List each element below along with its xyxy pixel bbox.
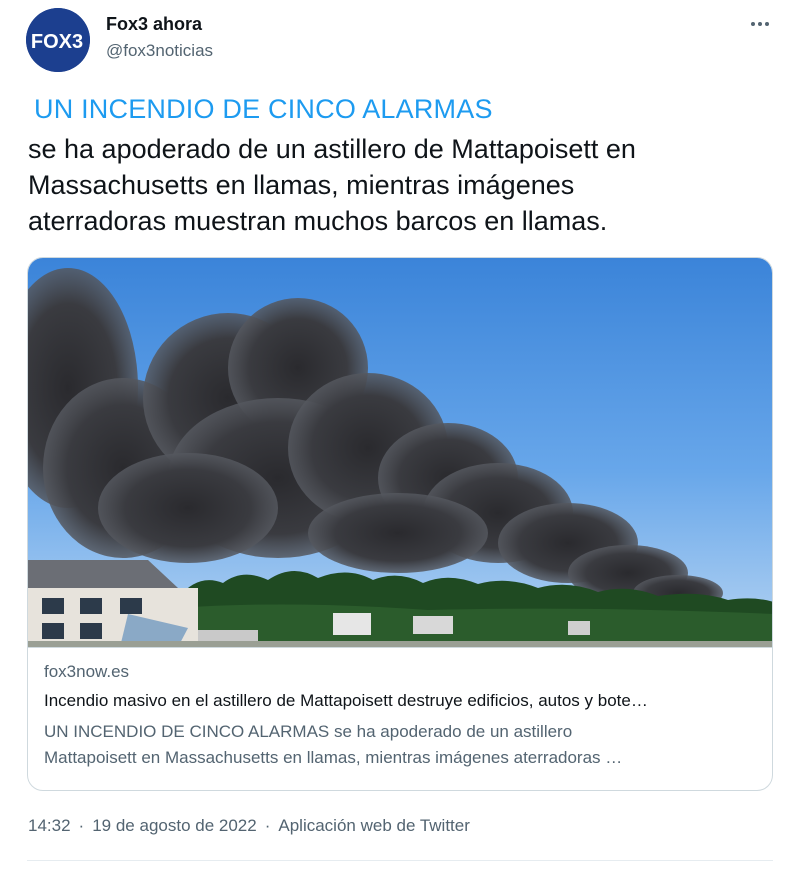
- tweet-body-line: aterradoras muestran muchos barcos en ll…: [28, 206, 608, 236]
- tweet-footer: 14:32 · 19 de agosto de 2022 · Aplicació…: [28, 816, 470, 836]
- tweet-date[interactable]: 19 de agosto de 2022: [92, 816, 256, 836]
- card-title: Incendio masivo en el astillero de Matta…: [44, 691, 648, 710]
- card-image: [28, 258, 772, 647]
- link-preview-card[interactable]: fox3now.es Incendio masivo en el astille…: [27, 257, 773, 791]
- tweet-body: se ha apoderado de un astillero de Matta…: [28, 131, 768, 239]
- more-options-button[interactable]: [746, 10, 774, 38]
- more-horizontal-icon: [750, 22, 771, 26]
- card-domain: fox3now.es: [44, 662, 130, 681]
- tweet-headline: UN INCENDIO DE CINCO ALARMAS: [34, 94, 493, 124]
- avatar[interactable]: FOX3: [26, 8, 90, 72]
- separator: ·: [264, 816, 271, 835]
- card-description: UN INCENDIO DE CINCO ALARMAS se ha apode…: [44, 719, 756, 771]
- card-description-line: UN INCENDIO DE CINCO ALARMAS se ha apode…: [44, 722, 573, 741]
- card-meta: fox3now.es Incendio masivo en el astille…: [28, 647, 772, 790]
- avatar-logo-text: FOX3: [31, 31, 83, 53]
- tweet-source-link[interactable]: Aplicación web de Twitter: [278, 816, 470, 836]
- fox3-logo: FOX3: [26, 8, 90, 72]
- tweet-time[interactable]: 14:32: [28, 816, 71, 836]
- tweet-body-line: Massachusetts en llamas, mientras imágen…: [28, 170, 575, 200]
- tweet-body-line: se ha apoderado de un astillero de Matta…: [28, 134, 636, 164]
- separator: ·: [78, 816, 85, 835]
- divider: [27, 860, 773, 861]
- tweet: FOX3 Fox3 ahora @fox3noticias UN INCENDI…: [0, 0, 800, 870]
- account-handle[interactable]: @fox3noticias: [106, 41, 213, 61]
- display-name[interactable]: Fox3 ahora: [106, 14, 202, 35]
- card-description-line: Mattapoisett en Massachusetts en llamas,…: [44, 748, 623, 767]
